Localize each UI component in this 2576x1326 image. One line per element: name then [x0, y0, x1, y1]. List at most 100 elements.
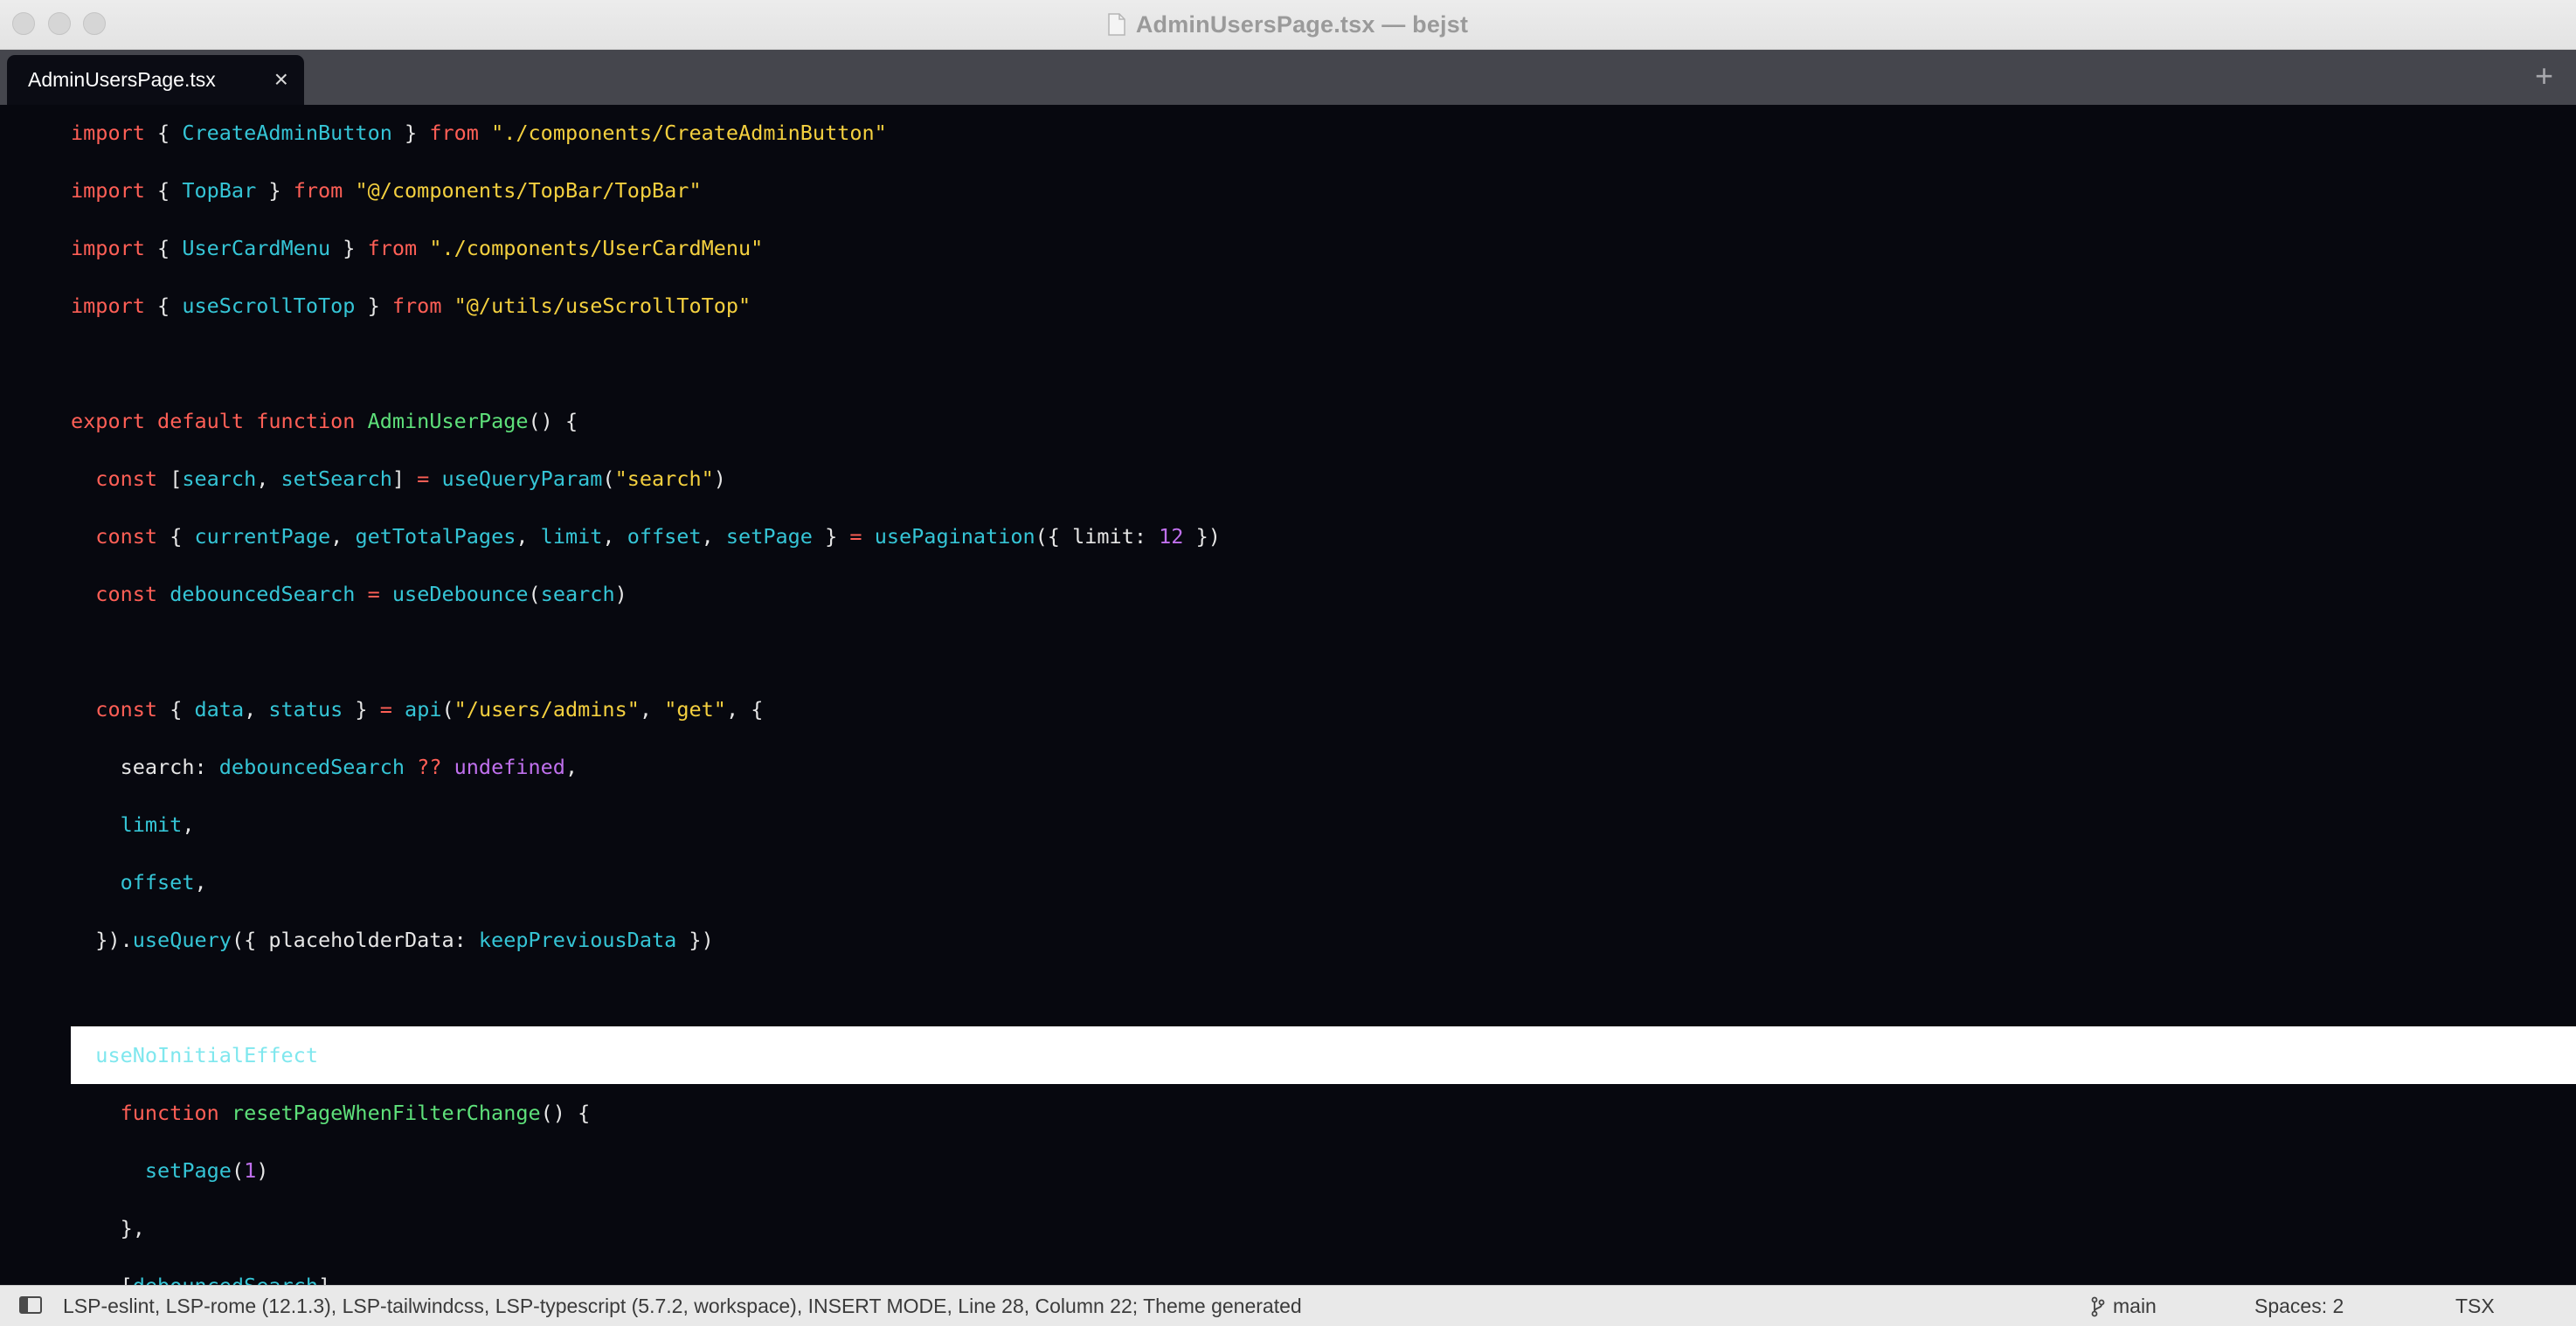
window-title: AdminUsersPage.tsx — bejst — [1135, 10, 1469, 38]
code-token: ( — [528, 582, 541, 606]
code-token: , — [194, 870, 207, 894]
code-token: 1 — [244, 1158, 257, 1183]
code-line[interactable]: export default function AdminUserPage() … — [71, 392, 2576, 450]
sidebar-toggle-icon[interactable] — [19, 1296, 42, 1314]
status-text: LSP-eslint, LSP-rome (12.1.3), LSP-tailw… — [63, 1295, 1302, 1317]
code-token: { — [144, 121, 183, 145]
code-token: ) — [713, 466, 726, 491]
code-token: ] — [317, 1274, 331, 1286]
code-token: () { — [528, 409, 578, 433]
code-token: { — [144, 236, 183, 260]
code-line[interactable]: import { TopBar } from "@/components/Top… — [71, 162, 2576, 219]
code-token: = — [379, 697, 392, 722]
code-token: }, — [71, 1216, 145, 1240]
code-token: const — [95, 697, 158, 722]
code-line[interactable] — [71, 335, 2576, 392]
git-branch-icon — [2091, 1296, 2105, 1316]
code-line[interactable] — [71, 969, 2576, 1026]
code-line[interactable]: import { UserCardMenu } from "./componen… — [71, 219, 2576, 277]
code-token: , — [256, 466, 281, 491]
close-tab-icon[interactable]: × — [274, 67, 288, 92]
code-token: useQueryParam — [441, 466, 603, 491]
code-line[interactable]: const debouncedSearch = useDebounce(sear… — [71, 565, 2576, 623]
code-token: ( — [231, 1158, 245, 1183]
code-token: ( — [602, 466, 615, 491]
code-token: from — [367, 236, 418, 260]
code-editor[interactable]: import { CreateAdminButton } from "./com… — [0, 105, 2576, 1286]
code-token: "search" — [614, 466, 714, 491]
code-token: import — [71, 178, 145, 203]
code-token: "@/components/TopBar/TopBar" — [355, 178, 702, 203]
code-line[interactable]: search: debouncedSearch ?? undefined, — [71, 738, 2576, 796]
code-token: AdminUserPage — [367, 409, 529, 433]
code-line-current[interactable]: useNoInitialEffect — [71, 1026, 2576, 1084]
tab-label: AdminUsersPage.tsx — [28, 68, 216, 91]
code-token: from — [293, 178, 343, 203]
code-line[interactable]: offset, — [71, 853, 2576, 911]
code-token: = — [849, 524, 862, 549]
code-token: offset — [627, 524, 702, 549]
code-line[interactable]: import { CreateAdminButton } from "./com… — [71, 105, 2576, 162]
code-line[interactable]: const { currentPage, getTotalPages, limi… — [71, 508, 2576, 565]
code-line[interactable]: }). useQuery({ placeholderData: keepPrevi… — [71, 911, 2576, 969]
code-token: search — [540, 582, 615, 606]
code-token: }) — [1183, 524, 1221, 549]
code-token: { — [157, 524, 195, 549]
code-token: } — [256, 178, 294, 203]
code-line[interactable]: import { useScrollToTop } from "@/utils/… — [71, 277, 2576, 335]
code-token: debouncedSearch — [170, 582, 356, 606]
code-token: , { — [725, 697, 764, 722]
code-token: useQuery — [132, 928, 232, 952]
code-token: } — [812, 524, 850, 549]
syntax-mode[interactable]: TSX — [2455, 1295, 2495, 1318]
indentation-setting[interactable]: Spaces: 2 — [2254, 1295, 2344, 1318]
code-token: function — [256, 409, 356, 433]
code-line[interactable]: const { data, status } = api("/users/adm… — [71, 680, 2576, 738]
tab-adminuserspage[interactable]: AdminUsersPage.tsx × — [7, 55, 304, 105]
code-token: TopBar — [182, 178, 257, 203]
code-line[interactable]: setPage(1) — [71, 1142, 2576, 1199]
code-token: undefined — [454, 755, 565, 779]
code-token: data — [194, 697, 245, 722]
code-token: api — [405, 697, 442, 722]
code-line[interactable]: }, — [71, 1199, 2576, 1257]
code-token: resetPageWhenFilterChange — [231, 1101, 541, 1125]
code-token: [ — [71, 1274, 133, 1286]
code-token: limit — [540, 524, 603, 549]
new-tab-button[interactable]: + — [2535, 60, 2553, 92]
code-line[interactable] — [71, 623, 2576, 680]
code-line[interactable]: limit, — [71, 796, 2576, 853]
code-line[interactable]: const [search, setSearch] = useQueryPara… — [71, 450, 2576, 508]
code-token: = — [367, 582, 380, 606]
code-token: export — [71, 409, 145, 433]
branch-name: main — [2113, 1295, 2157, 1317]
code-line[interactable]: function resetPageWhenFilterChange() { — [71, 1084, 2576, 1142]
code-token: setSearch — [280, 466, 392, 491]
code-token: ] — [391, 466, 418, 491]
code-token: ({ placeholderData: — [231, 928, 479, 952]
code-line[interactable]: [debouncedSearch] — [71, 1257, 2576, 1286]
code-token: status — [268, 697, 343, 722]
code-token: CreateAdminButton — [182, 121, 392, 145]
git-branch[interactable]: main — [2090, 1295, 2157, 1318]
code-token: function — [120, 1101, 219, 1125]
code-token: import — [71, 236, 145, 260]
code-token: }). — [71, 928, 133, 952]
code-token: [ — [157, 466, 183, 491]
